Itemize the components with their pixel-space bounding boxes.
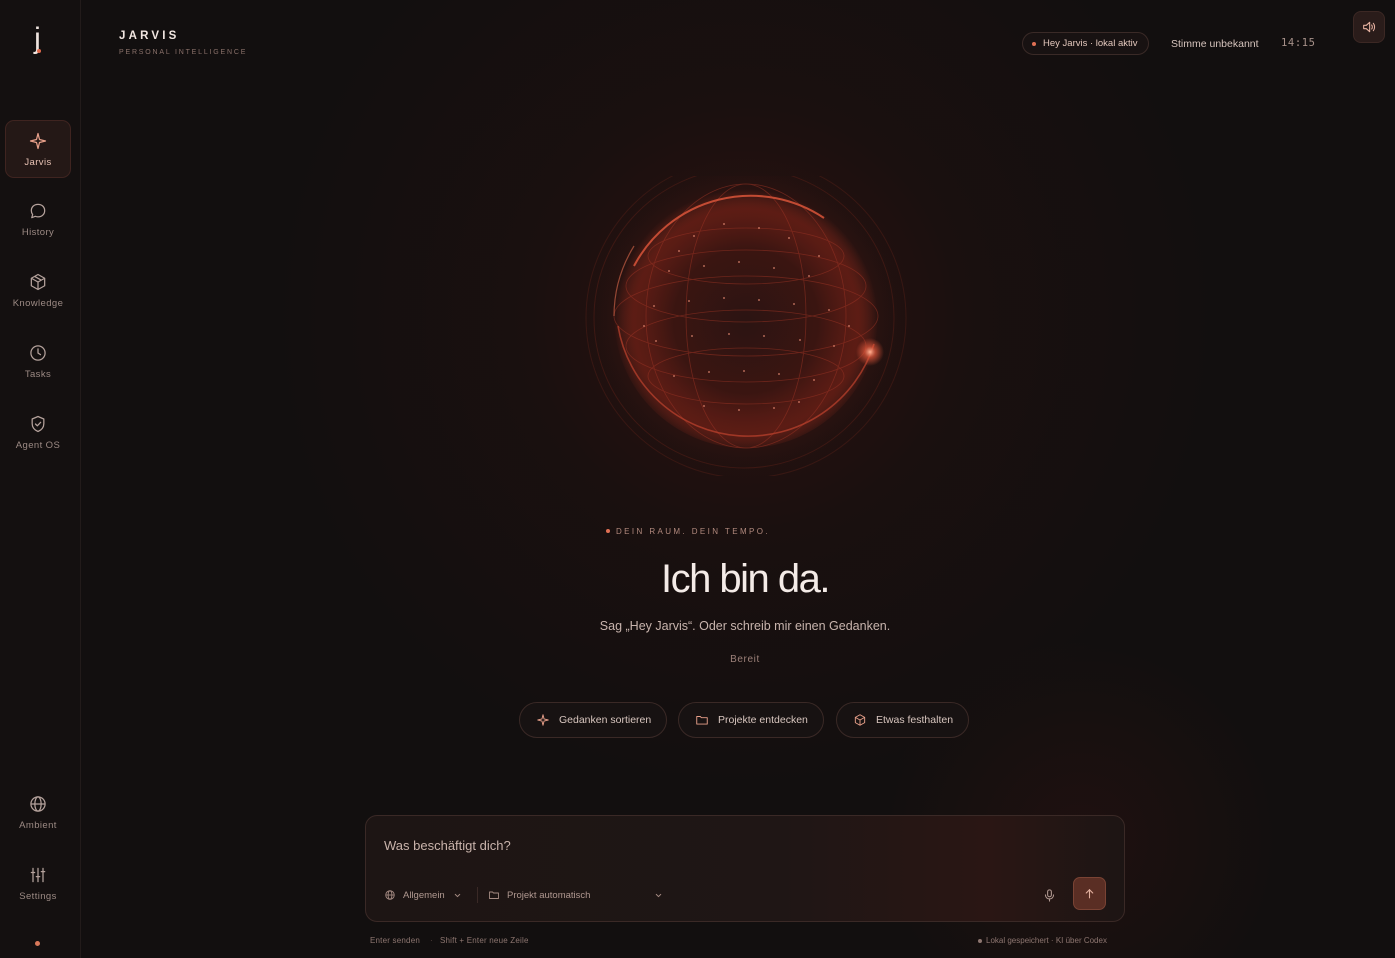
hero-eyebrow-text: DEIN RAUM. DEIN TEMPO. xyxy=(606,527,770,536)
message-input[interactable] xyxy=(384,834,1084,856)
clock-icon xyxy=(30,345,46,361)
wake-word-status-badge[interactable]: Hey Jarvis · lokal aktiv xyxy=(1022,32,1149,55)
sliders-icon xyxy=(30,867,46,883)
suggestion-projekte-entdecken[interactable]: Projekte entdecken xyxy=(678,702,824,738)
chat-bubble-icon xyxy=(30,203,46,219)
suggestion-gedanken-sortieren[interactable]: Gedanken sortieren xyxy=(519,702,668,738)
send-button[interactable] xyxy=(1073,877,1106,910)
project-select[interactable]: Projekt automatisch xyxy=(488,887,663,903)
hero-eyebrow: DEIN RAUM. DEIN TEMPO. xyxy=(0,527,1395,536)
suggestion-label: Gedanken sortieren xyxy=(559,714,652,726)
box-icon xyxy=(30,273,46,291)
sidebar-item-settings[interactable]: Settings xyxy=(5,855,71,913)
suggestion-etwas-festhalten[interactable]: Etwas festhalten xyxy=(836,702,970,738)
brand-subtitle: PERSONAL INTELLIGENCE xyxy=(119,49,248,56)
composer-divider xyxy=(477,887,478,903)
microphone-icon xyxy=(1044,888,1054,902)
mode-select[interactable]: Allgemein xyxy=(384,887,462,903)
hint-send: Enter senden xyxy=(370,936,420,945)
arrow-up-icon xyxy=(1085,889,1094,899)
voice-recognition-status: Stimme unbekannt xyxy=(1171,38,1259,50)
sidebar-item-label: Knowledge xyxy=(12,298,64,309)
microphone-button[interactable] xyxy=(1039,885,1059,905)
globe-icon xyxy=(30,796,46,812)
sparkle-icon xyxy=(537,714,549,726)
hero-headline: Ich bin da. xyxy=(660,557,831,601)
chevron-down-icon xyxy=(454,893,460,897)
mode-select-value: Allgemein xyxy=(403,889,445,901)
logo-accent-dot xyxy=(37,49,41,53)
storage-status: Lokal gespeichert · KI über Codex xyxy=(978,936,1107,945)
sidebar-item-label: Jarvis xyxy=(24,157,52,168)
sparkle-icon xyxy=(29,132,47,150)
sidebar-item-label: Tasks xyxy=(24,369,52,380)
sidebar-item-tasks[interactable]: Tasks xyxy=(5,333,71,391)
sidebar-item-label: Ambient xyxy=(19,820,57,831)
sidebar-item-label: Settings xyxy=(19,891,57,902)
sidebar-item-knowledge[interactable]: Knowledge xyxy=(5,262,71,320)
sidebar-item-jarvis[interactable]: Jarvis xyxy=(5,120,71,178)
sidebar-item-ambient[interactable]: Ambient xyxy=(5,784,71,842)
sidebar-item-history[interactable]: History xyxy=(5,191,71,249)
box-icon xyxy=(854,714,866,726)
shield-check-icon xyxy=(31,415,45,433)
sidebar-item-label: History xyxy=(21,227,55,238)
suggestion-label: Etwas festhalten xyxy=(876,714,954,726)
folder-icon xyxy=(489,891,499,899)
hint-separator: · xyxy=(430,936,433,945)
brand-title: JARVIS xyxy=(119,30,180,42)
clock: 14:15 xyxy=(1281,37,1316,49)
chevron-down-icon xyxy=(655,893,662,897)
sidebar: j Jarvis History Knowledge Tasks Agent O… xyxy=(0,0,81,958)
assistant-state: Bereit xyxy=(730,654,760,665)
folder-icon xyxy=(696,716,708,725)
message-composer: Allgemein Projekt automatisch xyxy=(365,815,1125,922)
hint-newline: Shift + Enter neue Zeile xyxy=(440,936,529,945)
app-window: j Jarvis History Knowledge Tasks Agent O… xyxy=(0,0,1395,958)
globe-icon xyxy=(385,890,395,900)
project-select-value: Projekt automatisch xyxy=(507,889,591,901)
speaker-icon xyxy=(1363,21,1376,33)
jarvis-orb[interactable] xyxy=(574,176,914,476)
suggestion-label: Projekte entdecken xyxy=(718,714,808,726)
sound-toggle-button[interactable] xyxy=(1353,11,1385,43)
connection-status-dot xyxy=(35,941,40,946)
hero-subline: Sag „Hey Jarvis“. Oder schreib mir einen… xyxy=(599,619,891,633)
sidebar-item-agent-os[interactable]: Agent OS xyxy=(5,404,71,462)
orb-hotspot xyxy=(856,338,884,366)
sidebar-item-label: Agent OS xyxy=(15,440,61,451)
